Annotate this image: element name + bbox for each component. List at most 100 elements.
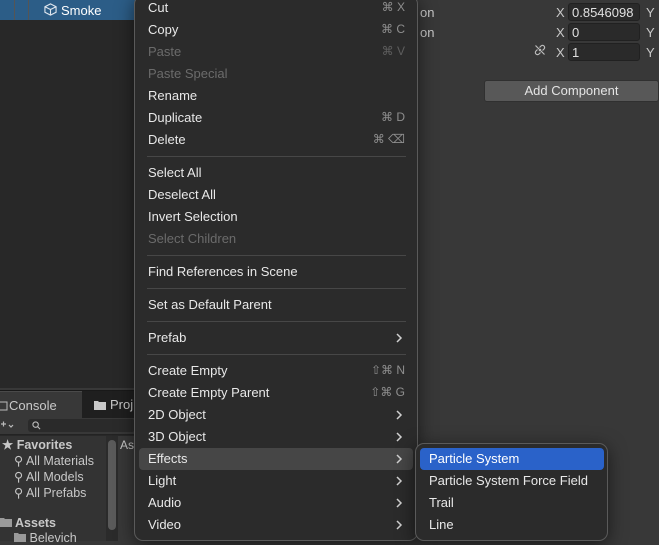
submenu-item-particle-system-force-field[interactable]: Particle System Force Field: [420, 470, 604, 492]
constrain-proportions-link-icon[interactable]: [534, 44, 546, 56]
submenu-item-particle-system[interactable]: Particle System: [420, 448, 604, 470]
menu-item-select-all[interactable]: Select All: [139, 162, 413, 184]
tab-bar: Console Proj: [0, 390, 135, 419]
scrollbar-thumb[interactable]: [108, 440, 116, 530]
menu-item-delete[interactable]: Delete ⌘ ⌫: [139, 129, 413, 151]
search-input[interactable]: [28, 419, 135, 432]
axis-y-label: Y: [646, 25, 655, 40]
submenu-item-label: Particle System: [429, 451, 520, 466]
menu-shortcut: ⌘ D: [381, 110, 405, 124]
menu-item-set-default-parent[interactable]: Set as Default Parent: [139, 294, 413, 316]
menu-item-label: Select Children: [148, 231, 237, 246]
menu-item-label: Invert Selection: [148, 209, 238, 224]
favorite-item[interactable]: ⚲ All Prefabs: [14, 485, 86, 500]
menu-item-create-empty-parent[interactable]: Create Empty Parent ⇧⌘ G: [139, 382, 413, 404]
asset-subfolder[interactable]: Belevich: [14, 531, 77, 545]
tree-scrollbar[interactable]: [106, 436, 118, 541]
menu-shortcut: ⌘ V: [381, 44, 405, 58]
menu-item-label: Light: [148, 473, 177, 488]
axis-x-label: X: [556, 25, 565, 40]
menu-item-select-children[interactable]: Select Children: [139, 228, 413, 250]
submenu-item-trail[interactable]: Trail: [420, 492, 604, 514]
menu-item-label: 2D Object: [148, 407, 206, 422]
axis-y-label: Y: [646, 45, 655, 60]
project-toolbar: [0, 418, 135, 435]
menu-item-invert-selection[interactable]: Invert Selection: [139, 206, 413, 228]
menu-item-label: Find References in Scene: [148, 264, 298, 279]
add-component-button[interactable]: Add Component: [484, 80, 659, 102]
submenu-item-label: Trail: [429, 495, 454, 510]
menu-item-label: Paste: [148, 44, 182, 59]
assets-view: As: [118, 436, 135, 541]
menu-item-label: Rename: [148, 88, 198, 103]
menu-item-video[interactable]: Video: [139, 514, 413, 536]
transform-row-label: on: [420, 25, 435, 40]
context-menu: Cut ⌘ X Copy ⌘ C Paste ⌘ V Paste Special…: [134, 0, 418, 541]
menu-item-find-references[interactable]: Find References in Scene: [139, 261, 413, 283]
hierarchy-item-smoke[interactable]: Smoke: [0, 0, 135, 20]
chevron-right-icon: [396, 333, 403, 343]
menu-item-create-empty[interactable]: Create Empty ⇧⌘ N: [139, 360, 413, 382]
menu-item-3d-object[interactable]: 3D Object: [139, 426, 413, 448]
menu-item-prefab[interactable]: Prefab: [139, 327, 413, 349]
menu-item-effects[interactable]: Effects: [139, 448, 413, 470]
position-x-field[interactable]: 0.8546098: [568, 3, 640, 21]
favorite-item-label: All Materials: [25, 454, 95, 468]
search-icon: ⚲: [14, 454, 24, 468]
menu-item-duplicate[interactable]: Duplicate ⌘ D: [139, 107, 413, 129]
axis-x-label: X: [556, 5, 565, 20]
menu-item-rename[interactable]: Rename: [139, 85, 413, 107]
menu-item-label: Prefab: [148, 330, 187, 345]
menu-item-label: Paste Special: [148, 66, 228, 81]
asset-subfolder-label: Belevich: [29, 531, 77, 545]
menu-item-paste-special[interactable]: Paste Special: [139, 63, 413, 85]
transform-row-label: on: [420, 5, 435, 20]
menu-item-paste[interactable]: Paste ⌘ V: [139, 41, 413, 63]
assets-label: Assets: [15, 516, 57, 530]
menu-item-label: Set as Default Parent: [148, 297, 272, 312]
chevron-right-icon: [396, 432, 403, 442]
menu-item-label: Create Empty Parent: [148, 385, 270, 400]
favorites-header[interactable]: ★ Favorites: [2, 437, 72, 452]
folder-icon: [0, 518, 12, 527]
favorite-item-label: All Models: [25, 470, 84, 484]
favorite-item-label: All Prefabs: [25, 486, 87, 500]
menu-shortcut: ⇧⌘ N: [370, 363, 405, 377]
menu-item-label: Effects: [148, 451, 188, 466]
menu-item-copy[interactable]: Copy ⌘ C: [139, 19, 413, 41]
hierarchy-item-label: Smoke: [61, 3, 102, 18]
menu-item-label: 3D Object: [148, 429, 206, 444]
menu-item-cut[interactable]: Cut ⌘ X: [139, 0, 413, 19]
menu-item-audio[interactable]: Audio: [139, 492, 413, 514]
menu-shortcut: ⌘ X: [381, 0, 405, 14]
menu-shortcut: ⌘ ⌫: [372, 132, 405, 146]
chevron-right-icon: [396, 410, 403, 420]
favorites-label: Favorites: [16, 438, 73, 452]
chevron-right-icon: [396, 476, 403, 486]
tab-project[interactable]: Proj: [85, 391, 135, 418]
submenu-item-line[interactable]: Line: [420, 514, 604, 536]
assets-breadcrumb: As: [120, 438, 135, 452]
scale-x-field[interactable]: 1: [568, 43, 640, 61]
menu-item-2d-object[interactable]: 2D Object: [139, 404, 413, 426]
tab-console[interactable]: Console: [0, 391, 82, 419]
menu-item-label: Audio: [148, 495, 182, 510]
menu-separator: [147, 354, 406, 355]
submenu-item-label: Line: [429, 517, 454, 532]
search-icon: [32, 421, 41, 430]
star-icon: ★: [2, 438, 14, 452]
menu-item-light[interactable]: Light: [139, 470, 413, 492]
rotation-x-field[interactable]: 0: [568, 23, 640, 41]
favorite-item[interactable]: ⚲ All Models: [14, 469, 84, 484]
menu-separator: [147, 321, 406, 322]
create-dropdown-icon[interactable]: [0, 421, 14, 431]
tree-guide-line: [14, 0, 15, 20]
menu-item-deselect-all[interactable]: Deselect All: [139, 184, 413, 206]
chevron-right-icon: [396, 498, 403, 508]
search-icon: ⚲: [14, 470, 24, 484]
menu-separator: [147, 255, 406, 256]
favorite-item[interactable]: ⚲ All Materials: [14, 453, 94, 468]
assets-folder[interactable]: Assets: [0, 516, 56, 530]
menu-item-label: Duplicate: [148, 110, 203, 125]
chevron-right-icon: [396, 454, 403, 464]
